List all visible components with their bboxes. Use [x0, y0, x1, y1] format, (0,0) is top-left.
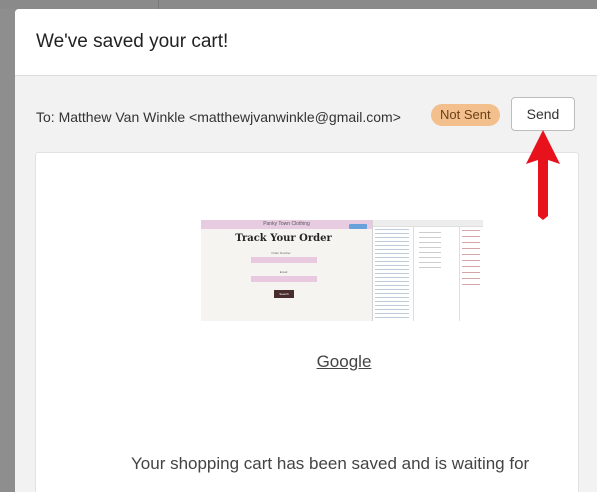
- backdrop-panel: [158, 0, 597, 9]
- red-arrow-annotation: [526, 130, 560, 220]
- email-body-text: Your shopping cart has been saved and is…: [131, 454, 530, 473]
- email-screenshot-image: Panky Town Clothing Track Your Order Ord…: [201, 220, 483, 321]
- email-preview: Panky Town Clothing Track Your Order Ord…: [35, 152, 579, 492]
- saved-cart-modal: We've saved your cart! To: Matthew Van W…: [15, 9, 597, 492]
- thumbnail-overlay: [201, 220, 483, 321]
- send-button[interactable]: Send: [511, 97, 575, 131]
- status-badge: Not Sent: [431, 104, 500, 126]
- google-link[interactable]: Google: [36, 352, 597, 372]
- recipient-row: To: Matthew Van Winkle <matthewjvanwinkl…: [15, 77, 597, 152]
- backdrop: [0, 0, 158, 9]
- modal-title: We've saved your cart!: [36, 31, 229, 52]
- modal-header: We've saved your cart!: [15, 9, 597, 76]
- recipient-text: To: Matthew Van Winkle <matthewjvanwinkl…: [36, 109, 401, 125]
